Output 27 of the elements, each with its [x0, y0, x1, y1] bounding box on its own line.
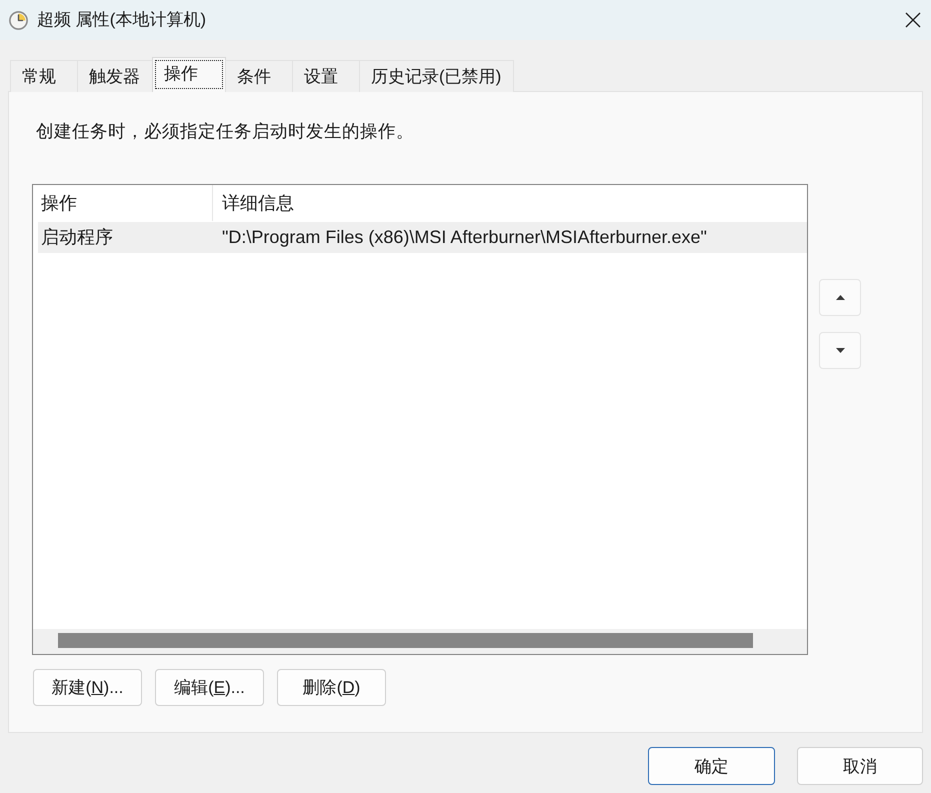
close-button[interactable]: [905, 12, 921, 28]
tab[interactable]: 设置: [292, 60, 360, 92]
triangle-up-icon: [836, 295, 844, 300]
dialog-button[interactable]: 取消: [797, 747, 923, 785]
table-cell-text: "D:\Program Files (x86)\MSI Afterburner\MSIAfterburner.exe": [221, 226, 707, 249]
column-header[interactable]: 操作: [33, 185, 213, 221]
clock-icon: [9, 10, 28, 30]
tab[interactable]: 操作: [152, 57, 226, 92]
scrollbar-thumb[interactable]: [58, 633, 753, 648]
window-title: 超频 属性(本地计算机): [37, 9, 208, 31]
column-header[interactable]: 详细信息: [213, 185, 807, 221]
list-row[interactable]: 启动程序 "D:\Program Files (x86)\MSI Afterburner\MSIAfterburner.exe": [38, 222, 807, 253]
action-button[interactable]: 删除(D): [277, 669, 386, 706]
tab[interactable]: 常规: [10, 60, 78, 92]
dialog-button[interactable]: 确定: [648, 747, 775, 785]
close-icon: [905, 12, 921, 28]
description-text: 创建任务时，必须指定任务启动时发生的操作。: [35, 120, 414, 142]
move-up-button[interactable]: [819, 279, 861, 316]
table-cell-text: 启动程序: [40, 226, 114, 249]
tab[interactable]: 历史记录(已禁用): [359, 60, 514, 92]
horizontal-scrollbar[interactable]: [33, 629, 807, 654]
triangle-down-icon: [836, 348, 844, 353]
move-down-button[interactable]: [819, 332, 861, 369]
action-button[interactable]: 编辑(E)...: [155, 669, 264, 706]
tab[interactable]: 条件: [225, 60, 293, 92]
action-button[interactable]: 新建(N)...: [33, 669, 142, 706]
tab[interactable]: 触发器: [77, 60, 153, 92]
